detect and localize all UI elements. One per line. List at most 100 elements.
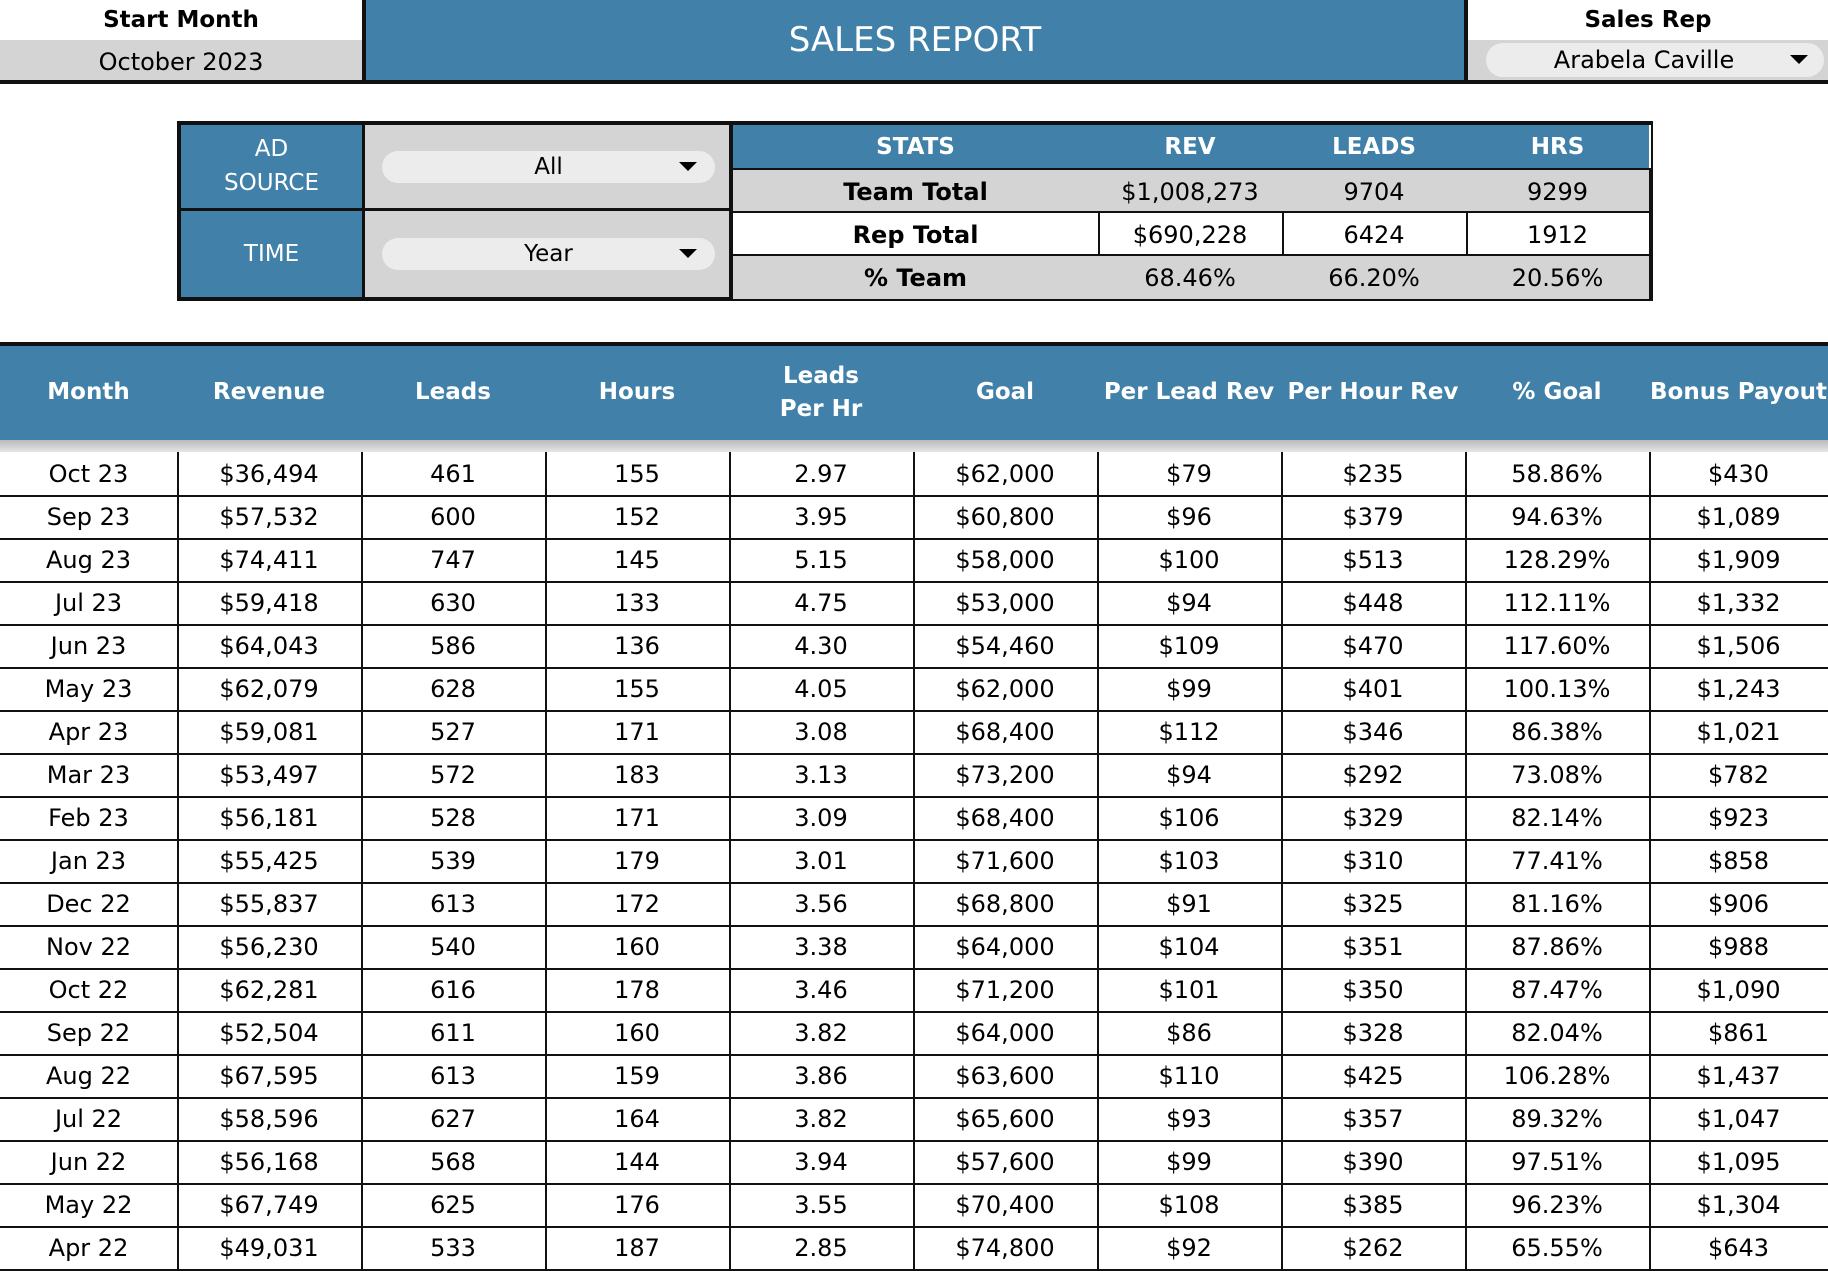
table-cell[interactable]: 128.29% xyxy=(1465,538,1651,581)
table-cell[interactable]: May 22 xyxy=(0,1183,179,1226)
table-cell[interactable]: $64,000 xyxy=(913,1011,1099,1054)
table-cell[interactable]: 159 xyxy=(545,1054,731,1097)
table-cell[interactable]: 171 xyxy=(545,796,731,839)
table-cell[interactable]: 600 xyxy=(361,495,547,538)
table-cell[interactable]: $1,243 xyxy=(1649,667,1828,710)
caret-down-icon[interactable] xyxy=(1790,55,1808,64)
table-cell[interactable]: $1,437 xyxy=(1649,1054,1828,1097)
table-cell[interactable]: 4.05 xyxy=(729,667,915,710)
table-cell[interactable]: 2.97 xyxy=(729,452,915,495)
table-cell[interactable]: $65,600 xyxy=(913,1097,1099,1140)
table-cell[interactable]: 747 xyxy=(361,538,547,581)
table-cell[interactable]: $67,749 xyxy=(177,1183,363,1226)
table-cell[interactable]: 86.38% xyxy=(1465,710,1651,753)
table-cell[interactable]: Feb 23 xyxy=(0,796,179,839)
table-cell[interactable]: $74,800 xyxy=(913,1226,1099,1269)
table-cell[interactable]: 3.95 xyxy=(729,495,915,538)
table-cell[interactable]: $108 xyxy=(1097,1183,1283,1226)
table-cell[interactable]: $1,909 xyxy=(1649,538,1828,581)
table-cell[interactable]: 152 xyxy=(545,495,731,538)
table-cell[interactable]: $1,332 xyxy=(1649,581,1828,624)
table-cell[interactable]: $94 xyxy=(1097,581,1283,624)
table-cell[interactable]: $93 xyxy=(1097,1097,1283,1140)
table-cell[interactable]: $292 xyxy=(1281,753,1467,796)
table-cell[interactable]: $60,800 xyxy=(913,495,1099,538)
table-cell[interactable]: 96.23% xyxy=(1465,1183,1651,1226)
table-cell[interactable]: Sep 22 xyxy=(0,1011,179,1054)
sales-rep-dropdown[interactable]: Arabela Caville xyxy=(1486,43,1824,77)
table-cell[interactable]: $262 xyxy=(1281,1226,1467,1269)
table-cell[interactable]: $513 xyxy=(1281,538,1467,581)
table-cell[interactable]: 3.55 xyxy=(729,1183,915,1226)
table-cell[interactable]: 133 xyxy=(545,581,731,624)
table-cell[interactable]: 528 xyxy=(361,796,547,839)
table-cell[interactable]: $325 xyxy=(1281,882,1467,925)
table-cell[interactable]: Jul 23 xyxy=(0,581,179,624)
table-cell[interactable]: 183 xyxy=(545,753,731,796)
table-cell[interactable]: 136 xyxy=(545,624,731,667)
table-cell[interactable]: $782 xyxy=(1649,753,1828,796)
table-cell[interactable]: Apr 22 xyxy=(0,1226,179,1269)
table-cell[interactable]: Oct 23 xyxy=(0,452,179,495)
table-cell[interactable]: 155 xyxy=(545,452,731,495)
table-cell[interactable]: 112.11% xyxy=(1465,581,1651,624)
caret-down-icon[interactable] xyxy=(679,249,697,258)
table-cell[interactable]: 89.32% xyxy=(1465,1097,1651,1140)
table-cell[interactable]: $64,000 xyxy=(913,925,1099,968)
table-cell[interactable]: $71,200 xyxy=(913,968,1099,1011)
table-cell[interactable]: $112 xyxy=(1097,710,1283,753)
column-header[interactable]: Leads Per Hr xyxy=(729,346,915,440)
table-cell[interactable]: 568 xyxy=(361,1140,547,1183)
table-cell[interactable]: 539 xyxy=(361,839,547,882)
time-dropdown[interactable]: Year xyxy=(382,238,715,270)
table-cell[interactable]: $68,800 xyxy=(913,882,1099,925)
table-cell[interactable]: $63,600 xyxy=(913,1054,1099,1097)
table-cell[interactable]: Jun 23 xyxy=(0,624,179,667)
table-cell[interactable]: $310 xyxy=(1281,839,1467,882)
table-cell[interactable]: $350 xyxy=(1281,968,1467,1011)
table-cell[interactable]: $351 xyxy=(1281,925,1467,968)
table-cell[interactable]: $385 xyxy=(1281,1183,1467,1226)
table-cell[interactable]: $56,168 xyxy=(177,1140,363,1183)
table-cell[interactable]: Apr 23 xyxy=(0,710,179,753)
table-cell[interactable]: 611 xyxy=(361,1011,547,1054)
table-cell[interactable]: $71,600 xyxy=(913,839,1099,882)
table-cell[interactable]: $906 xyxy=(1649,882,1828,925)
table-cell[interactable]: $94 xyxy=(1097,753,1283,796)
table-cell[interactable]: $59,418 xyxy=(177,581,363,624)
table-cell[interactable]: $470 xyxy=(1281,624,1467,667)
table-cell[interactable]: Jul 22 xyxy=(0,1097,179,1140)
table-cell[interactable]: $49,031 xyxy=(177,1226,363,1269)
table-cell[interactable]: $109 xyxy=(1097,624,1283,667)
table-cell[interactable]: $861 xyxy=(1649,1011,1828,1054)
table-cell[interactable]: $64,043 xyxy=(177,624,363,667)
table-cell[interactable]: Nov 22 xyxy=(0,925,179,968)
table-cell[interactable]: $74,411 xyxy=(177,538,363,581)
table-cell[interactable]: $1,506 xyxy=(1649,624,1828,667)
table-cell[interactable]: $379 xyxy=(1281,495,1467,538)
table-cell[interactable]: 94.63% xyxy=(1465,495,1651,538)
table-cell[interactable]: 187 xyxy=(545,1226,731,1269)
start-month-value[interactable]: October 2023 xyxy=(0,40,362,84)
column-header[interactable]: Hours xyxy=(545,346,731,440)
table-cell[interactable]: $36,494 xyxy=(177,452,363,495)
column-header[interactable]: Revenue xyxy=(177,346,363,440)
column-header[interactable]: Leads xyxy=(361,346,547,440)
table-cell[interactable]: 82.04% xyxy=(1465,1011,1651,1054)
table-cell[interactable]: 3.13 xyxy=(729,753,915,796)
table-cell[interactable]: $1,095 xyxy=(1649,1140,1828,1183)
table-cell[interactable]: $328 xyxy=(1281,1011,1467,1054)
table-cell[interactable]: 540 xyxy=(361,925,547,968)
table-cell[interactable]: $68,400 xyxy=(913,796,1099,839)
table-cell[interactable]: $73,200 xyxy=(913,753,1099,796)
table-cell[interactable]: $92 xyxy=(1097,1226,1283,1269)
table-cell[interactable]: 3.46 xyxy=(729,968,915,1011)
table-cell[interactable]: $103 xyxy=(1097,839,1283,882)
table-cell[interactable]: 97.51% xyxy=(1465,1140,1651,1183)
table-cell[interactable]: $235 xyxy=(1281,452,1467,495)
column-header[interactable]: Goal xyxy=(913,346,1099,440)
table-cell[interactable]: $53,000 xyxy=(913,581,1099,624)
table-cell[interactable]: Sep 23 xyxy=(0,495,179,538)
table-cell[interactable]: 627 xyxy=(361,1097,547,1140)
table-cell[interactable]: $62,000 xyxy=(913,667,1099,710)
